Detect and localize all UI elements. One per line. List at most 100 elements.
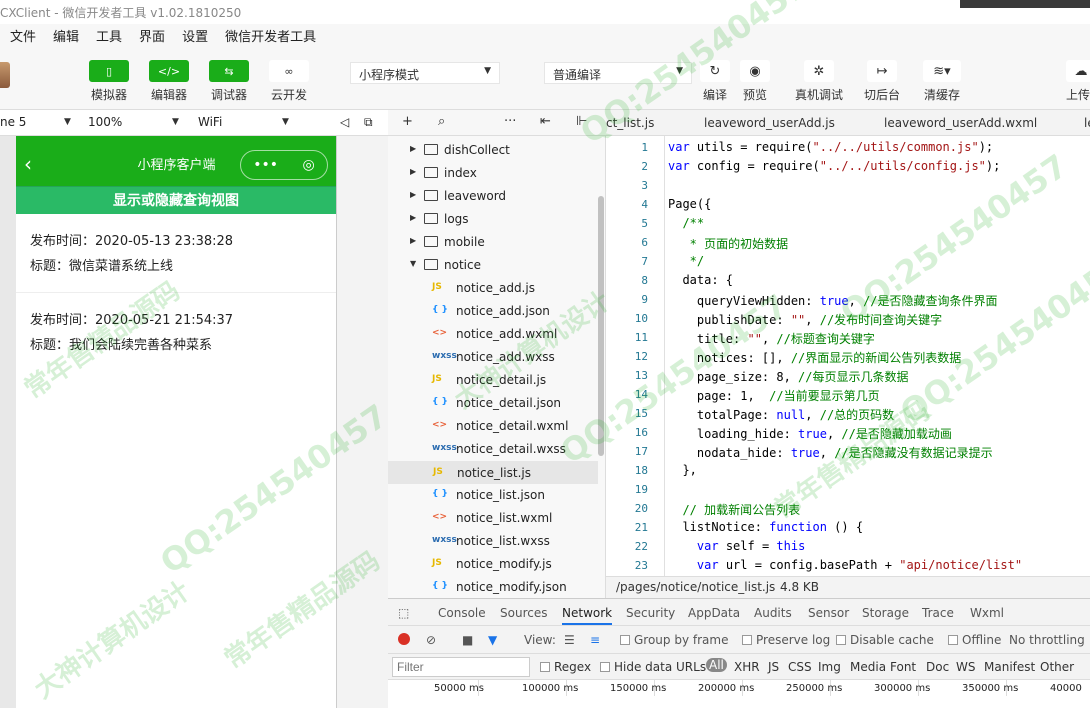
tree-folder[interactable]: ▶ dishCollect: [388, 139, 598, 162]
tree-folder[interactable]: ▼ notice: [388, 254, 598, 277]
search-icon[interactable]: ⌕: [438, 114, 445, 129]
tree-file[interactable]: wxss notice_list.wxss: [388, 530, 598, 553]
tab-console[interactable]: Console: [438, 606, 486, 620]
more-icon[interactable]: •••: [253, 157, 278, 173]
menu-tools[interactable]: 工具: [86, 24, 129, 46]
tree-file[interactable]: JS notice_add.js: [388, 277, 598, 300]
tree-file[interactable]: JS notice_list.js: [388, 461, 598, 484]
debugger-button[interactable]: ⇆ 调试器: [204, 60, 254, 103]
inspect-icon[interactable]: ⬚: [398, 606, 409, 620]
chevron-down-icon[interactable]: ▼: [410, 259, 416, 268]
tab-leaveword-useradd-wxml[interactable]: leaveword_userAdd.wxml: [884, 116, 1037, 130]
menu-file[interactable]: 文件: [0, 24, 43, 46]
tree-file[interactable]: { } notice_add.json: [388, 300, 598, 323]
chevron-right-icon[interactable]: ▶: [410, 213, 416, 222]
code-line[interactable]: data: {: [668, 273, 733, 287]
filter-all-button[interactable]: All: [706, 658, 727, 672]
close-circle-icon[interactable]: ◎: [303, 157, 315, 173]
code-line[interactable]: var config = require("../../utils/config…: [668, 159, 1000, 173]
add-icon[interactable]: +: [402, 114, 413, 129]
toggle-query-view-button[interactable]: 显示或隐藏查询视图: [16, 186, 336, 214]
tree-file[interactable]: JS notice_modify.js: [388, 553, 598, 576]
filter-type-css[interactable]: CSS: [788, 660, 812, 674]
tab-network[interactable]: Network: [562, 606, 613, 625]
compile-select[interactable]: 普通编译 ▼: [544, 62, 692, 84]
cloud-button[interactable]: ∞ 云开发: [264, 60, 314, 103]
code-line[interactable]: var url = config.basePath + "api/notice/…: [668, 558, 1022, 572]
code-line[interactable]: listNotice: function () {: [668, 520, 863, 534]
code-line[interactable]: /**: [668, 216, 704, 230]
capsule-menu[interactable]: ••• ◎: [240, 150, 328, 180]
code-line[interactable]: notices: [], //界面显示的新闻公告列表数据: [668, 349, 961, 366]
filter-type-xhr[interactable]: XHR: [734, 660, 760, 674]
code-line[interactable]: },: [668, 463, 696, 477]
list-item[interactable]: 发布时间：2020-05-13 23:38:28 标题：微信菜谱系统上线: [16, 214, 336, 293]
offline-checkbox[interactable]: Offline: [948, 633, 1001, 647]
code-line[interactable]: var self = this: [668, 539, 805, 553]
code-line[interactable]: publishDate: "", //发布时间查询关键字: [668, 311, 942, 328]
tree-file[interactable]: <> notice_add.wxml: [388, 323, 598, 346]
throttling-select[interactable]: No throttling: [1009, 633, 1085, 647]
mode-select[interactable]: 小程序模式 ▼: [350, 62, 500, 84]
tree-folder[interactable]: ▶ logs: [388, 208, 598, 231]
tree-folder[interactable]: ▶ index: [388, 162, 598, 185]
filter-input[interactable]: [392, 657, 530, 677]
code-line[interactable]: Page({: [668, 197, 711, 211]
filter-type-font[interactable]: Font: [890, 660, 916, 674]
record-icon[interactable]: [398, 633, 410, 645]
filter-type-media[interactable]: Media: [850, 660, 886, 674]
code-line[interactable]: page_size: 8, //每页显示几条数据: [668, 368, 909, 385]
code-line[interactable]: // 加载新闻公告列表: [668, 501, 800, 518]
more-icon[interactable]: ···: [504, 114, 516, 129]
chevron-right-icon[interactable]: ▶: [410, 190, 416, 199]
tree-file[interactable]: wxss notice_detail.wxss: [388, 438, 598, 461]
code-line[interactable]: */: [668, 254, 704, 268]
clear-cache-button[interactable]: ≋▾ 清缓存: [922, 60, 962, 103]
network-select[interactable]: WiFi: [198, 115, 222, 129]
code-line[interactable]: nodata_hide: true, //是否隐藏没有数据记录提示: [668, 444, 993, 461]
code-editor[interactable]: 1 var utils = require("../../utils/common…: [606, 136, 1090, 576]
camera-icon[interactable]: ■: [462, 633, 473, 647]
tree-file[interactable]: { } notice_detail.json: [388, 392, 598, 415]
editor-button[interactable]: </> 编辑器: [144, 60, 194, 103]
code-line[interactable]: * 页面的初始数据: [668, 235, 788, 252]
code-line[interactable]: loading_hide: true, //是否隐藏加载动画: [668, 425, 952, 442]
preview-button[interactable]: ◉ 预览: [740, 60, 770, 103]
filter-type-other[interactable]: Other: [1040, 660, 1074, 674]
filter-type-doc[interactable]: Doc: [926, 660, 949, 674]
avatar[interactable]: [0, 62, 10, 88]
tab-security[interactable]: Security: [626, 606, 675, 620]
chevron-right-icon[interactable]: ▶: [410, 167, 416, 176]
tab-overflow[interactable]: le: [1084, 116, 1090, 130]
menu-edit[interactable]: 编辑: [43, 24, 86, 46]
group-by-frame-checkbox[interactable]: Group by frame: [620, 633, 728, 647]
tab-sources[interactable]: Sources: [500, 606, 547, 620]
compile-button[interactable]: ↻ 编译: [700, 60, 730, 103]
simulator-button[interactable]: ▯ 模拟器: [84, 60, 134, 103]
tab-leaveword-useradd-js[interactable]: leaveword_userAdd.js: [704, 116, 835, 130]
clear-icon[interactable]: ⊘: [426, 633, 436, 647]
filter-type-manifest[interactable]: Manifest: [984, 660, 1035, 674]
tab-sensor[interactable]: Sensor: [808, 606, 849, 620]
volume-icon[interactable]: ◁: [340, 115, 349, 129]
code-line[interactable]: title: "", //标题查询关键字: [668, 330, 875, 347]
code-line[interactable]: page: 1, //当前要显示第几页: [668, 387, 880, 404]
filter-type-js[interactable]: JS: [768, 660, 779, 674]
code-line[interactable]: totalPage: null, //总的页码数: [668, 406, 894, 423]
tab-appdata[interactable]: AppData: [688, 606, 740, 620]
tree-file[interactable]: JS notice_detail.js: [388, 369, 598, 392]
preserve-log-checkbox[interactable]: Preserve log: [742, 633, 830, 647]
filter-type-img[interactable]: Img: [818, 660, 841, 674]
zoom-select[interactable]: 100%: [88, 115, 122, 129]
rotate-icon[interactable]: ⧉: [364, 115, 373, 130]
filter-type-ws[interactable]: WS: [956, 660, 975, 674]
tree-file[interactable]: { } notice_modify.json: [388, 576, 598, 598]
code-line[interactable]: var utils = require("../../utils/common.…: [668, 140, 993, 154]
disable-cache-checkbox[interactable]: Disable cache: [836, 633, 934, 647]
chevron-down-icon[interactable]: ▼: [64, 117, 71, 127]
hide-data-urls-checkbox[interactable]: Hide data URLs: [600, 660, 706, 674]
tab-trace[interactable]: Trace: [922, 606, 954, 620]
menu-settings[interactable]: 设置: [172, 24, 215, 46]
waterfall-view-icon[interactable]: ≡: [590, 633, 600, 647]
code-line[interactable]: queryViewHidden: true, //是否隐藏查询条件界面: [668, 292, 998, 309]
